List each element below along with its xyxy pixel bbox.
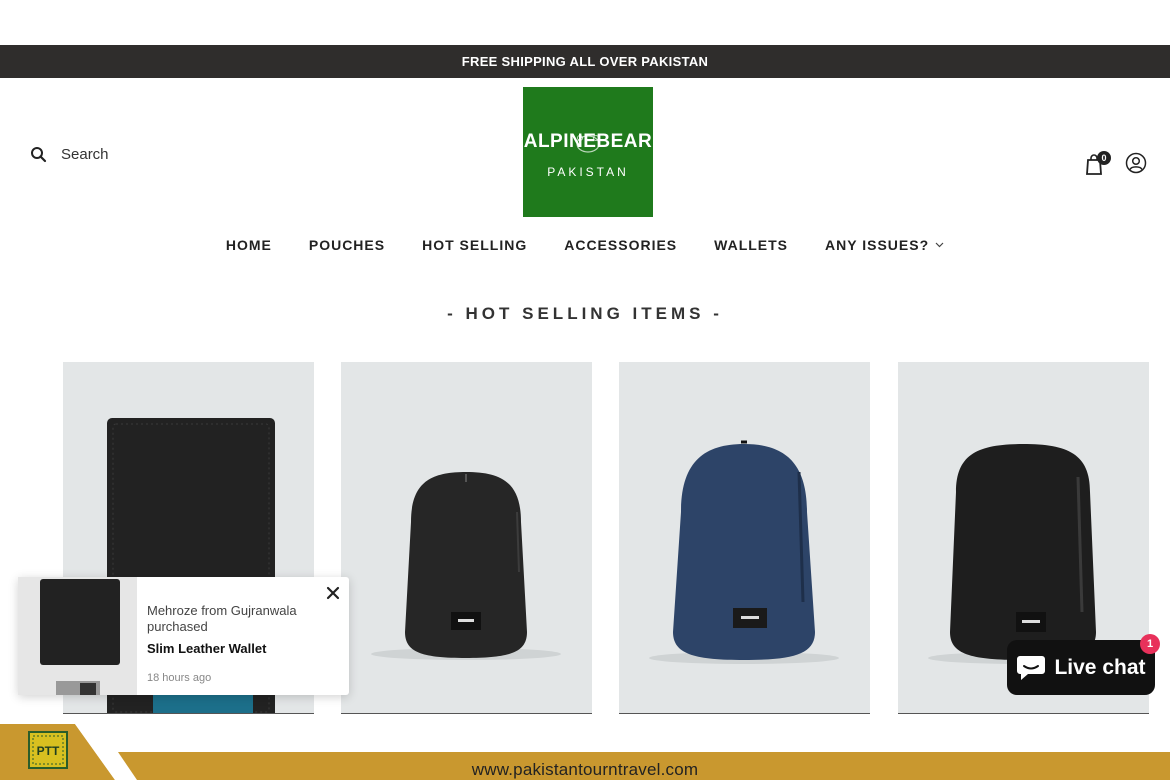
search-trigger[interactable]: Search	[30, 146, 109, 163]
nav-hot-selling[interactable]: HOT SELLING	[422, 237, 527, 253]
announcement-bar: FREE SHIPPING ALL OVER PAKISTAN	[0, 45, 1170, 78]
popup-wallet-image	[40, 579, 120, 695]
search-label: Search	[61, 146, 109, 163]
search-icon	[31, 147, 47, 163]
announcement-text: FREE SHIPPING ALL OVER PAKISTAN	[461, 54, 709, 69]
popup-product-link[interactable]: Slim Leather Wallet	[147, 641, 339, 656]
cart-count-badge: 0	[1097, 151, 1111, 165]
live-chat-button[interactable]: Live chat	[1007, 640, 1155, 695]
top-blank-area	[0, 0, 1170, 45]
main-navigation: HOME POUCHES HOT SELLING ACCESSORIES WAL…	[0, 237, 1170, 253]
ptt-logo-text: PTT	[37, 744, 60, 758]
nav-wallets[interactable]: WALLETS	[714, 237, 788, 253]
product-image-backpack-navy	[649, 440, 839, 664]
chat-bubble-icon	[1017, 655, 1046, 680]
close-icon[interactable]	[325, 585, 341, 601]
cart-button[interactable]: 0	[1085, 151, 1111, 176]
nav-accessories[interactable]: ACCESSORIES	[564, 237, 677, 253]
popup-message: Mehroze from Gujranwala purchased	[147, 603, 297, 634]
logo-subtitle: PAKISTAN	[547, 165, 629, 179]
popup-body: Mehroze from Gujranwala purchased Slim L…	[137, 577, 349, 695]
product-card-backpack-navy[interactable]	[619, 362, 870, 714]
nav-pouches[interactable]: POUCHES	[309, 237, 385, 253]
popup-product-image[interactable]	[18, 577, 137, 695]
live-chat-label: Live chat	[1054, 655, 1146, 679]
nav-any-issues-label: ANY ISSUES?	[825, 237, 930, 253]
footer-url: www.pakistantourntravel.com	[471, 760, 699, 779]
account-button[interactable]	[1125, 152, 1147, 174]
bear-emblem-icon	[576, 135, 600, 153]
nav-home[interactable]: HOME	[226, 237, 272, 253]
site-logo[interactable]: ALPINEBEAR PAKISTAN	[523, 87, 653, 217]
product-card-backpack-black[interactable]	[341, 362, 592, 714]
purchase-notification: Mehroze from Gujranwala purchased Slim L…	[18, 577, 349, 695]
section-title: - HOT SELLING ITEMS -	[447, 304, 723, 323]
nav-any-issues[interactable]: ANY ISSUES?	[825, 237, 944, 253]
chevron-down-icon	[935, 242, 944, 248]
user-icon	[1125, 152, 1147, 174]
chat-unread-badge: 1	[1140, 634, 1160, 654]
product-image-backpack-black	[371, 472, 561, 660]
popup-time: 18 hours ago	[147, 672, 212, 684]
